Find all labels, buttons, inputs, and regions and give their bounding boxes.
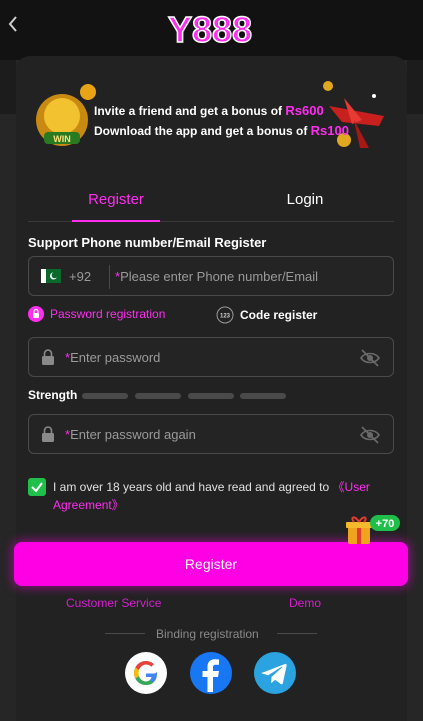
binding-registration-label: Binding registration [156, 627, 259, 641]
gift-badge-text: +70 [376, 518, 395, 530]
strength-bar [240, 393, 286, 399]
banner-amount-1: Rs600 [285, 103, 324, 118]
section-title: Support Phone number/Email Register [28, 235, 267, 250]
google-login-button[interactable] [125, 652, 167, 694]
register-mode-row: Password registration 123 Code register [28, 306, 394, 328]
side-shade-left [0, 60, 16, 114]
password-registration-option[interactable]: Password registration [28, 306, 165, 322]
password-placeholder-text: Enter password [70, 350, 161, 365]
code-icon-text: 123 [220, 314, 231, 320]
agreement-text: I am over 18 years old and have read and… [53, 478, 398, 514]
strength-bar [188, 393, 234, 399]
field-divider [109, 265, 110, 289]
logo: Y888 [167, 8, 253, 51]
agree-checkbox[interactable] [28, 478, 46, 496]
register-button[interactable]: Register [14, 542, 408, 586]
confirm-password-placeholder: *Enter password again [65, 427, 196, 442]
lock-icon [42, 426, 54, 442]
banner-badge-text: WIN [53, 134, 71, 144]
divider-line [105, 633, 145, 634]
eye-hidden-icon[interactable] [359, 348, 381, 368]
facebook-login-button[interactable] [190, 652, 232, 694]
trophy-icon: WIN [36, 84, 96, 146]
gift-icon: +70 [346, 515, 400, 544]
password-registration-label: Password registration [50, 307, 166, 321]
password-field[interactable]: *Enter password [28, 337, 394, 377]
code-register-label: Code register [240, 308, 318, 322]
country-code[interactable]: +92 [69, 269, 91, 284]
password-placeholder: *Enter password [65, 350, 160, 365]
agreement-statement: I am over 18 years old and have read and… [53, 480, 330, 494]
banner-text: Invite a friend and get a bonus of Rs600… [94, 101, 349, 141]
phone-email-field[interactable]: +92 *Please enter Phone number/Email [28, 256, 394, 296]
phone-placeholder-text: Please enter Phone number/Email [120, 269, 319, 284]
top-bar: Y888 [0, 0, 423, 60]
side-shade-right [407, 60, 423, 114]
telegram-login-button[interactable] [254, 652, 296, 694]
customer-service-link[interactable]: Customer Service [66, 596, 161, 610]
telegram-icon [261, 663, 287, 685]
banner-line2: Download the app and get a bonus of [94, 124, 308, 138]
banner-line1: Invite a friend and get a bonus of [94, 104, 283, 118]
phone-placeholder: *Please enter Phone number/Email [115, 269, 318, 284]
lock-icon [42, 349, 54, 365]
code-icon: 123 [216, 306, 234, 324]
strength-label: Strength [28, 388, 78, 402]
back-button[interactable] [6, 14, 20, 34]
eye-hidden-icon[interactable] [359, 425, 381, 445]
checkmark-icon [31, 482, 43, 493]
chevron-left-icon [8, 16, 17, 32]
logo-text: Y888 [168, 9, 252, 50]
auth-tabs: Register Login [28, 180, 394, 222]
lock-icon [28, 306, 44, 322]
demo-link[interactable]: Demo [289, 596, 321, 610]
code-register-option[interactable]: 123 Code register [216, 306, 317, 324]
tab-login[interactable]: Login [260, 180, 350, 222]
pakistan-flag-icon[interactable] [41, 269, 61, 283]
confirm-placeholder-text: Enter password again [70, 427, 196, 442]
tab-register[interactable]: Register [72, 180, 160, 222]
divider-line [277, 633, 317, 634]
strength-bar [135, 393, 181, 399]
confirm-password-field[interactable]: *Enter password again [28, 414, 394, 454]
google-icon [134, 661, 157, 685]
facebook-icon [202, 659, 219, 692]
banner-amount-2: Rs100 [310, 123, 349, 138]
strength-bar [82, 393, 128, 399]
